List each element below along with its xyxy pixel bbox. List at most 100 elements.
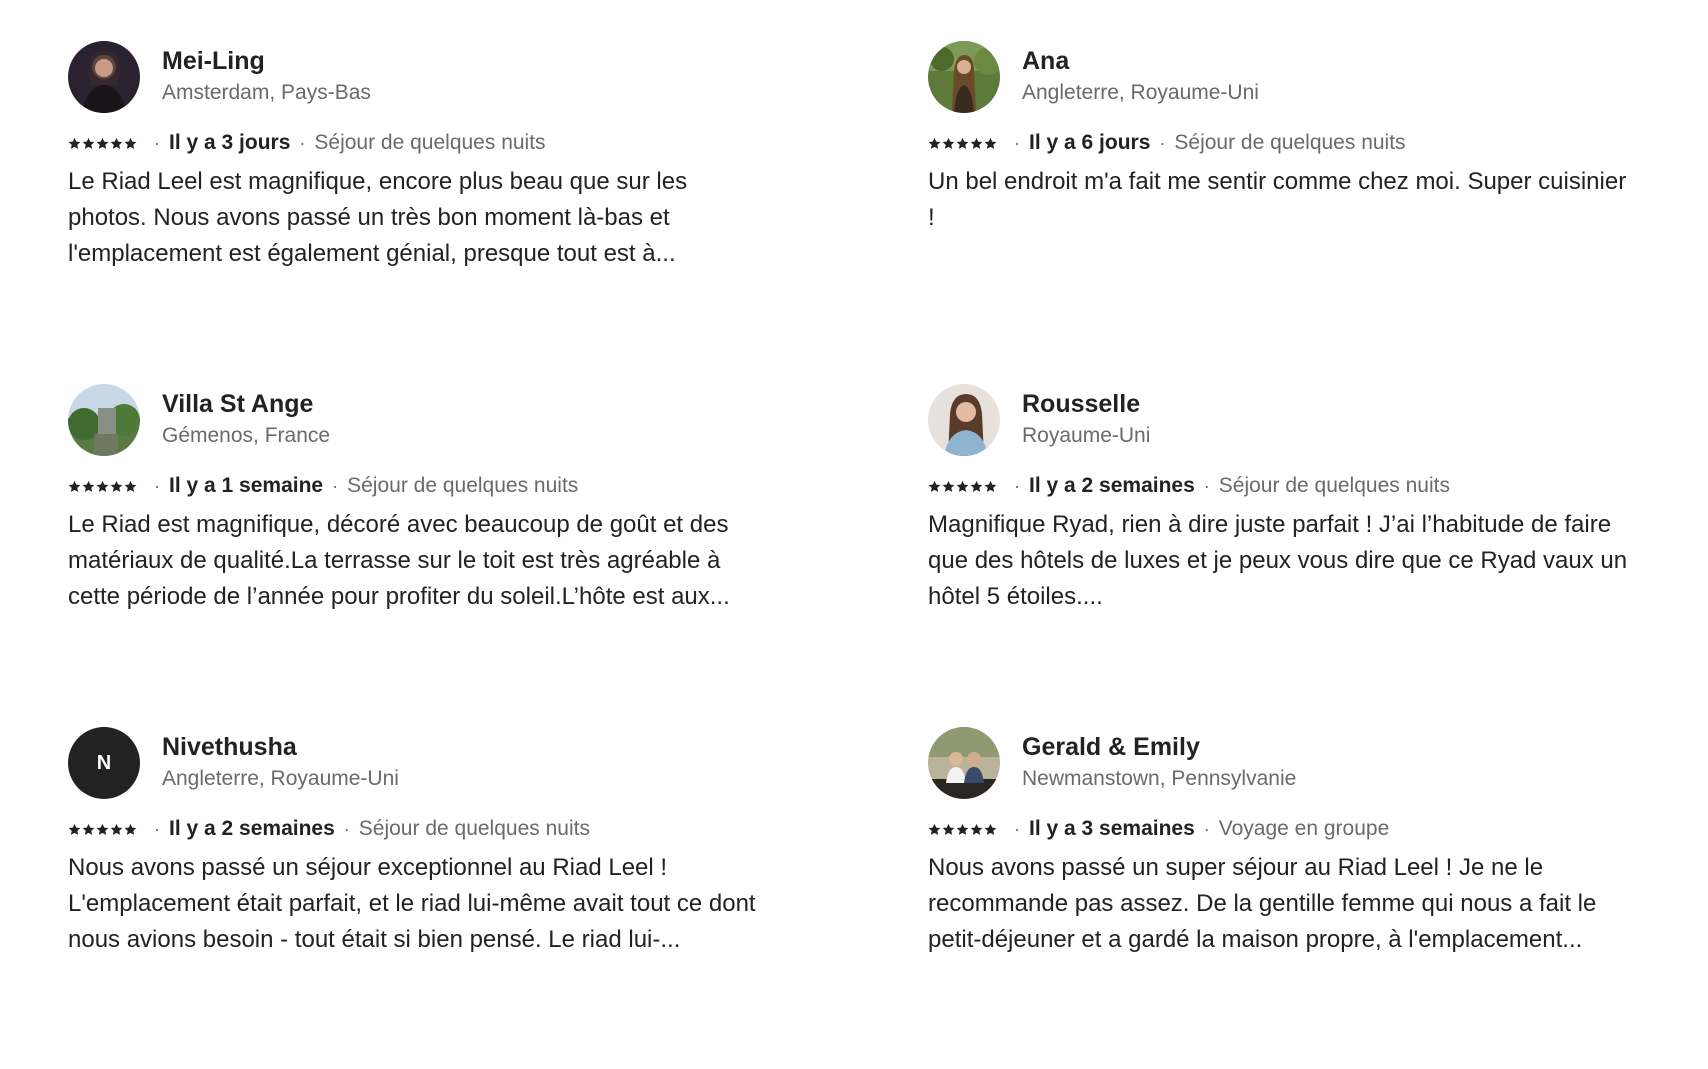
separator: · (1014, 819, 1020, 839)
reviewer-name[interactable]: Villa St Ange (162, 389, 330, 419)
reviewer-info: Gerald & Emily Newmanstown, Pennsylvanie (1022, 732, 1296, 794)
star-icon (928, 823, 941, 835)
star-icon (82, 137, 95, 149)
reviewer-name[interactable]: Ana (1022, 46, 1259, 76)
reviewer-info: Villa St Ange Gémenos, France (162, 389, 330, 451)
star-icon (110, 480, 123, 492)
reviewer-info: Nivethusha Angleterre, Royaume-Uni (162, 732, 399, 794)
reviewer-name[interactable]: Gerald & Emily (1022, 732, 1296, 762)
review-date: Il y a 2 semaines (169, 817, 335, 840)
review-date: Il y a 6 jours (1029, 131, 1151, 154)
star-icon (970, 480, 983, 492)
review-date: Il y a 2 semaines (1029, 474, 1195, 497)
star-icon (984, 480, 997, 492)
review-date: Il y a 3 jours (169, 131, 291, 154)
avatar[interactable] (928, 727, 1000, 799)
stay-type: Séjour de quelques nuits (1174, 131, 1406, 154)
star-icon (96, 480, 109, 492)
review-meta: · Il y a 3 jours · Séjour de quelques nu… (68, 130, 768, 156)
review-header: Ana Angleterre, Royaume-Uni (928, 40, 1628, 114)
review-text: Le Riad Leel est magnifique, encore plus… (68, 168, 688, 267)
reviewer-location: Royaume-Uni (1022, 424, 1151, 447)
star-icon (68, 480, 81, 492)
avatar[interactable] (68, 384, 140, 456)
review-text: Magnifique Ryad, rien à dire juste parfa… (928, 511, 1628, 610)
star-icon (124, 823, 137, 835)
star-icon (82, 480, 95, 492)
reviewer-location: Angleterre, Royaume-Uni (162, 767, 399, 790)
review-text: Un bel endroit m'a fait me sentir comme … (928, 168, 1627, 231)
stay-type: Voyage en groupe (1218, 817, 1390, 840)
review-card: N Nivethusha Angleterre, Royaume-Uni · I… (68, 726, 768, 1069)
stay-type: Séjour de quelques nuits (314, 131, 546, 154)
star-icon (110, 137, 123, 149)
review-card: Villa St Ange Gémenos, France · Il y a 1… (68, 383, 768, 726)
reviewer-name[interactable]: Mei-Ling (162, 46, 371, 76)
avatar[interactable] (928, 41, 1000, 113)
star-icon (82, 823, 95, 835)
review-header: Villa St Ange Gémenos, France (68, 383, 768, 457)
reviewer-location: Newmanstown, Pennsylvanie (1022, 767, 1297, 790)
separator: · (1159, 133, 1166, 153)
separator: · (154, 819, 160, 839)
star-icon (928, 480, 941, 492)
star-icon (984, 823, 997, 835)
review-meta: · Il y a 2 semaines · Séjour de quelques… (68, 816, 768, 842)
reviewer-name[interactable]: Nivethusha (162, 732, 399, 762)
review-date: Il y a 3 semaines (1029, 817, 1195, 840)
review-meta: · Il y a 1 semaine · Séjour de quelques … (68, 473, 768, 499)
rating-stars (68, 137, 137, 150)
reviewer-info: Ana Angleterre, Royaume-Uni (1022, 46, 1259, 108)
reviewer-info: Rousselle Royaume-Uni (1022, 389, 1150, 451)
star-icon (124, 137, 137, 149)
review-text: Nous avons passé un super séjour au Riad… (928, 854, 1597, 953)
reviewer-name[interactable]: Rousselle (1022, 389, 1150, 419)
star-icon (928, 137, 941, 149)
star-icon (942, 480, 955, 492)
star-icon (956, 480, 969, 492)
separator: · (1014, 133, 1020, 153)
separator: · (1203, 476, 1210, 496)
reviewer-location: Angleterre, Royaume-Uni (1022, 81, 1259, 104)
reviewer-info: Mei-Ling Amsterdam, Pays-Bas (162, 46, 371, 108)
review-header: Mei-Ling Amsterdam, Pays-Bas (68, 40, 768, 114)
star-icon (970, 137, 983, 149)
review-header: N Nivethusha Angleterre, Royaume-Uni (68, 726, 768, 800)
review-text: Le Riad est magnifique, décoré avec beau… (68, 511, 730, 610)
separator: · (154, 133, 160, 153)
stay-type: Séjour de quelques nuits (1218, 474, 1450, 497)
separator: · (1014, 476, 1020, 496)
star-icon (942, 823, 955, 835)
review-meta: · Il y a 3 semaines · Voyage en groupe (928, 816, 1628, 842)
rating-stars (928, 480, 997, 493)
review-meta: · Il y a 6 jours · Séjour de quelques nu… (928, 130, 1628, 156)
star-icon (956, 137, 969, 149)
star-icon (68, 137, 81, 149)
star-icon (96, 823, 109, 835)
review-card: Gerald & Emily Newmanstown, Pennsylvanie… (928, 726, 1628, 1069)
review-meta: · Il y a 2 semaines · Séjour de quelques… (928, 473, 1628, 499)
stay-type: Séjour de quelques nuits (358, 817, 590, 840)
rating-stars (68, 480, 137, 493)
star-icon (110, 823, 123, 835)
star-icon (970, 823, 983, 835)
separator: · (332, 476, 339, 496)
separator: · (343, 819, 350, 839)
rating-stars (68, 823, 137, 836)
avatar-initial: N (96, 751, 112, 774)
review-card: Rousselle Royaume-Uni · Il y a 2 semaine… (928, 383, 1628, 726)
star-icon (96, 137, 109, 149)
review-text: Nous avons passé un séjour exceptionnel … (68, 854, 756, 953)
rating-stars (928, 137, 997, 150)
avatar[interactable] (68, 41, 140, 113)
star-icon (956, 823, 969, 835)
review-header: Gerald & Emily Newmanstown, Pennsylvanie (928, 726, 1628, 800)
separator: · (1203, 819, 1210, 839)
avatar[interactable] (928, 384, 1000, 456)
avatar[interactable]: N (68, 727, 140, 799)
reviewer-location: Amsterdam, Pays-Bas (162, 81, 371, 104)
review-card: Ana Angleterre, Royaume-Uni · Il y a 6 j… (928, 40, 1628, 383)
star-icon (68, 823, 81, 835)
review-date: Il y a 1 semaine (169, 474, 324, 497)
star-icon (124, 480, 137, 492)
